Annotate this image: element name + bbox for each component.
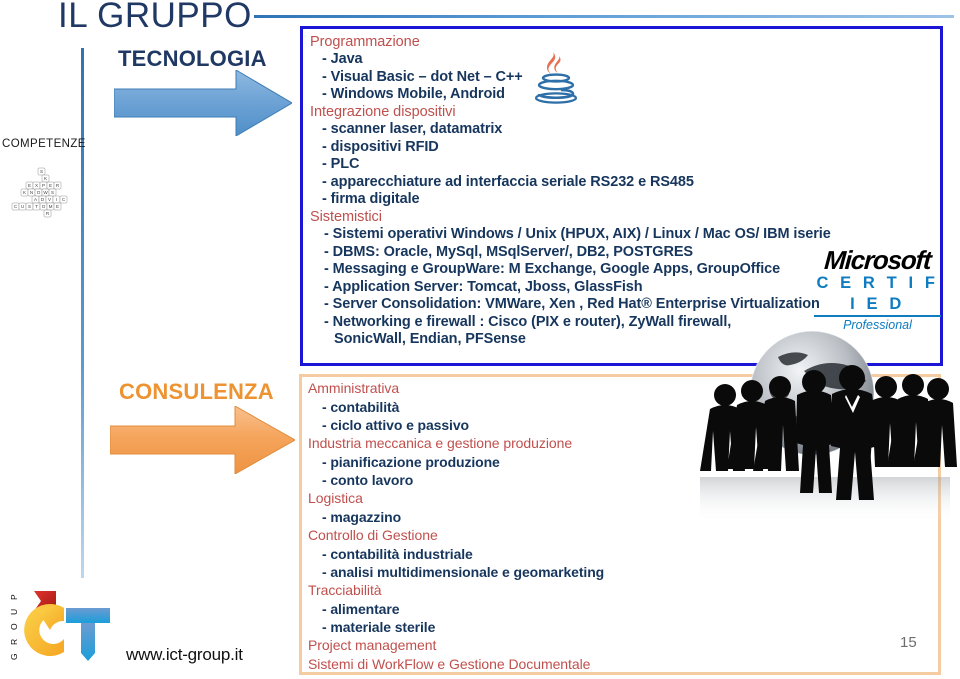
- group-header: Sistemi di WorkFlow e Gestione Documenta…: [308, 655, 591, 672]
- svg-text:U: U: [21, 204, 24, 209]
- svg-text:T: T: [35, 204, 38, 209]
- svg-text:O: O: [42, 204, 46, 209]
- group-header: Controllo di Gestione: [308, 527, 438, 544]
- list-item: - PLC: [322, 156, 360, 172]
- group-header: Project management: [308, 637, 437, 654]
- list-item: - alimentare: [322, 600, 400, 617]
- list-item: - Application Server: Tomcat, Jboss, Gla…: [324, 278, 643, 295]
- svg-text:O: O: [9, 623, 19, 630]
- list-item: - scanner laser, datamatrix: [322, 121, 503, 137]
- list-item: - contabilità industriale: [322, 545, 473, 562]
- right-arrow-icon-tecnologia: [114, 70, 292, 136]
- ict-group-logo: P U O R G: [9, 591, 110, 661]
- group-header: Logistica: [308, 490, 363, 507]
- list-item: - magazzino: [322, 508, 402, 525]
- right-arrow-icon-consulenza: [110, 406, 295, 474]
- list-item: - Server Consolidation: VMWare, Xen , Re…: [324, 296, 820, 312]
- section-label-consulenza: CONSULENZA: [119, 379, 274, 404]
- title-divider-rule: [254, 15, 954, 18]
- list-item: - ciclo attivo e passivo: [322, 416, 469, 433]
- group-header: Integrazione dispositivi: [310, 103, 456, 120]
- group-header: Sistemistici: [310, 208, 382, 225]
- svg-text:M: M: [49, 204, 53, 209]
- list-item: - Sistemi operativi Windows / Unix (HPUX…: [324, 226, 831, 242]
- microsoft-logo-rule: [814, 315, 941, 318]
- svg-text:I: I: [56, 197, 57, 202]
- svg-text:S: S: [40, 169, 43, 174]
- section-label-tecnologia: TECNOLOGIA: [118, 46, 267, 71]
- svg-text:U: U: [9, 609, 19, 615]
- svg-text:S: S: [51, 190, 54, 195]
- svg-text:E: E: [49, 183, 52, 188]
- list-item: - firma digitale: [322, 191, 420, 207]
- left-vertical-divider: [81, 48, 84, 578]
- svg-text:E: E: [28, 183, 31, 188]
- microsoft-brand-text: Microsoft: [823, 245, 932, 275]
- slide-canvas: IL GRUPPO COMPETENZE S K E X P E R K N O…: [0, 0, 960, 679]
- svg-text:E: E: [56, 204, 59, 209]
- list-item: - Messaging e GroupWare: M Exchange, Goo…: [324, 261, 781, 277]
- svg-text:P: P: [9, 594, 19, 600]
- svg-text:G: G: [9, 653, 19, 660]
- consulenza-text-list: Amministrativa - contabilità - ciclo att…: [308, 379, 604, 673]
- website-url[interactable]: www.ict-group.it: [126, 645, 243, 665]
- svg-text:W: W: [43, 190, 48, 195]
- svg-text:N: N: [30, 190, 33, 195]
- list-item: - conto lavoro: [322, 472, 414, 489]
- svg-text:O: O: [37, 190, 41, 195]
- list-item: - contabilità: [322, 398, 400, 415]
- competenze-label: COMPETENZE: [2, 138, 86, 150]
- list-item: - pianificazione produzione: [322, 453, 500, 470]
- list-item: - DBMS: Oracle, MySql, MSqlServer/, DB2,…: [324, 243, 693, 260]
- microsoft-certified-logo: Microsoft C E R T I F I E D Professional: [810, 245, 945, 332]
- page-title: IL GRUPPO: [58, 0, 252, 35]
- svg-text:X: X: [35, 183, 38, 188]
- group-header: Amministrativa: [308, 380, 400, 397]
- svg-text:S: S: [28, 204, 31, 209]
- word-dice-image: SK EXPER KNOWS ADVIC CUSTOME R: [11, 167, 68, 218]
- list-item: - analisi multidimensionale e geomarketi…: [322, 563, 605, 580]
- page-number: 15: [900, 634, 917, 651]
- microsoft-certified-text: C E R T I F I E D: [816, 274, 939, 313]
- svg-text:P: P: [42, 183, 45, 188]
- business-people-globe-image: [700, 330, 957, 523]
- group-header: Programmazione: [310, 33, 420, 50]
- svg-text:R: R: [9, 639, 19, 645]
- group-header: Tracciabilità: [308, 582, 382, 599]
- group-header: Industria meccanica e gestione produzion…: [308, 435, 573, 452]
- java-logo-icon: [534, 52, 578, 104]
- list-item: - dispositivi RFID: [322, 138, 439, 155]
- list-item: - apparecchiature ad interfaccia seriale…: [322, 173, 694, 190]
- list-item: - materiale sterile: [322, 619, 436, 636]
